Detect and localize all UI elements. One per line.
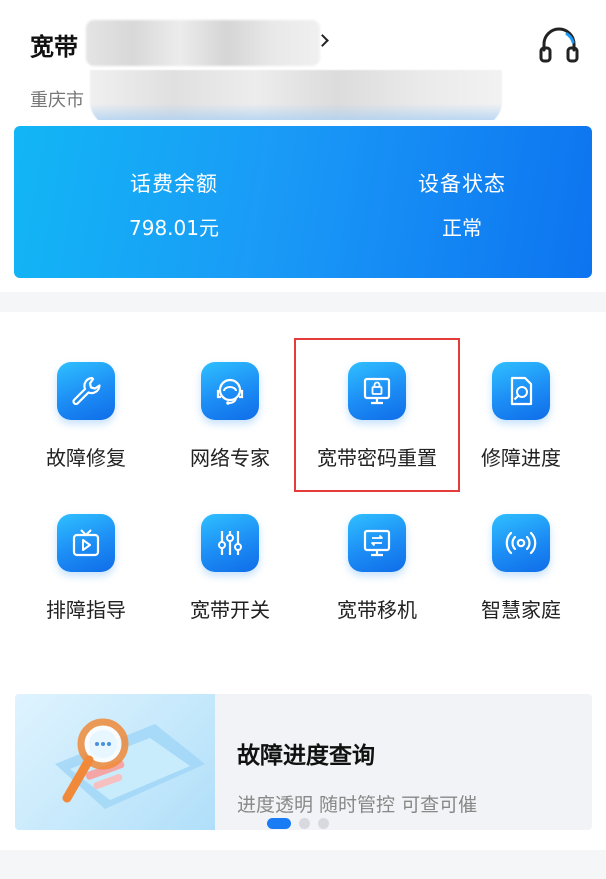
magnifier-illustration	[15, 694, 215, 830]
service-label: 网络专家	[190, 446, 270, 470]
service-network-expert[interactable]: 网络专家	[160, 362, 300, 482]
service-label: 排障指导	[46, 598, 126, 622]
monitor-transfer-icon	[348, 514, 406, 572]
service-label: 宽带移机	[337, 598, 417, 622]
tv-play-icon	[57, 514, 115, 572]
service-broadband-relocation[interactable]: 宽带移机	[307, 514, 447, 634]
highlight-box	[294, 338, 460, 492]
wireless-signal-icon	[492, 514, 550, 572]
carousel-indicator	[267, 818, 329, 829]
carousel-dot[interactable]	[318, 818, 329, 829]
sliders-icon	[201, 514, 259, 572]
customer-service-icon[interactable]	[536, 22, 582, 68]
service-label: 智慧家庭	[481, 598, 561, 622]
header: 宽带 重庆市	[0, 0, 606, 126]
balance-stat[interactable]: 话费余额 798.01元	[74, 168, 274, 241]
carousel-dot-active[interactable]	[267, 818, 291, 829]
device-status-stat[interactable]: 设备状态 正常	[362, 168, 562, 241]
title-row[interactable]: 宽带	[30, 26, 78, 62]
service-repair-progress[interactable]: 修障进度	[451, 362, 591, 482]
service-broadband-switch[interactable]: 宽带开关	[160, 514, 300, 634]
fault-progress-banner[interactable]: 故障进度查询 进度透明 随时管控 可查可催	[15, 694, 592, 830]
redacted-account-name	[86, 20, 320, 66]
address-text: 重庆市	[30, 90, 84, 111]
balance-value: 798.01元	[129, 216, 219, 240]
service-label: 修障进度	[481, 446, 561, 470]
service-troubleshoot-guide[interactable]: 排障指导	[16, 514, 156, 634]
account-card-section: 话费余额 798.01元 设备状态 正常	[0, 120, 606, 292]
device-status-value: 正常	[442, 216, 482, 240]
banner-title: 故障进度查询	[237, 743, 375, 769]
service-label: 故障修复	[46, 446, 126, 470]
balance-label: 话费余额	[130, 172, 218, 196]
headset-agent-icon	[201, 362, 259, 420]
wrench-icon	[57, 362, 115, 420]
device-status-label: 设备状态	[418, 172, 506, 196]
redacted-address	[90, 70, 502, 126]
service-fault-repair[interactable]: 故障修复	[16, 362, 156, 482]
service-smart-home[interactable]: 智慧家庭	[451, 514, 591, 634]
service-grid: 故障修复 网络专家 宽带密码重置 修障进度 排障指导 宽带开关 宽带移机 智慧家…	[0, 312, 606, 682]
carousel-dot[interactable]	[299, 818, 310, 829]
progress-document-icon	[492, 362, 550, 420]
page-title: 宽带	[30, 32, 78, 61]
banner-subtitle: 进度透明 随时管控 可查可催	[237, 794, 478, 816]
account-card: 话费余额 798.01元 设备状态 正常	[14, 126, 592, 278]
service-label: 宽带开关	[190, 598, 270, 622]
